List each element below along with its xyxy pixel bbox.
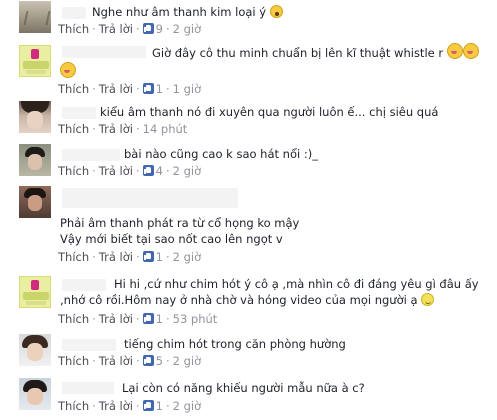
comment-text: Lại còn có năng khiếu người mẫu nữa à c? bbox=[122, 381, 365, 395]
comment-text: kiểu âm thanh nó đi xuyên qua người luôn… bbox=[100, 105, 439, 119]
commenter-name-redacted bbox=[62, 188, 238, 208]
comment-item: Giờ đây cô thu minh chuẩn bị lên kĩ thuậ… bbox=[0, 43, 497, 98]
like-count[interactable]: 9 bbox=[156, 22, 163, 36]
smile-emoji-icon bbox=[421, 293, 435, 306]
commenter-avatar[interactable] bbox=[19, 186, 51, 218]
comment-time[interactable]: 53 phút bbox=[173, 312, 218, 326]
like-link[interactable]: Thích bbox=[58, 122, 89, 136]
comment-time[interactable]: 14 phút bbox=[143, 122, 188, 136]
comment-item: Hi hi ,cứ như chim hót ý cô ạ ,mà nhìn c… bbox=[0, 272, 497, 332]
commenter-avatar[interactable] bbox=[19, 101, 51, 133]
like-link[interactable]: Thích bbox=[58, 250, 89, 264]
reply-link[interactable]: Trả lời bbox=[99, 250, 133, 264]
like-count[interactable]: 4 bbox=[156, 164, 163, 178]
commenter-avatar[interactable] bbox=[19, 378, 51, 410]
like-count[interactable]: 5 bbox=[156, 354, 163, 368]
like-link[interactable]: Thích bbox=[58, 82, 89, 96]
reply-link[interactable]: Trả lời bbox=[99, 122, 133, 136]
reply-link[interactable]: Trả lời bbox=[99, 82, 133, 96]
comment-item: tiếng chim hót trong căn phòng hường Thí… bbox=[0, 332, 497, 372]
comment-item: Phải âm thanh phát ra từ cổ họng ko mậy … bbox=[0, 184, 497, 268]
comment-actions: Thích · Trả lời · 14 phút bbox=[58, 122, 188, 136]
comment-time[interactable]: 1 giờ bbox=[173, 82, 202, 96]
commenter-name-redacted bbox=[62, 339, 116, 351]
reply-link[interactable]: Trả lời bbox=[99, 164, 133, 178]
commenter-name-redacted bbox=[62, 149, 120, 161]
tongue-emoji-icon bbox=[462, 43, 479, 59]
commenter-name-redacted bbox=[62, 279, 106, 291]
comment-item: kiểu âm thanh nó đi xuyên qua người luôn… bbox=[0, 100, 497, 140]
like-count[interactable]: 1 bbox=[156, 82, 163, 96]
like-link[interactable]: Thích bbox=[58, 399, 89, 413]
commenter-avatar[interactable] bbox=[19, 1, 51, 33]
like-link[interactable]: Thích bbox=[58, 164, 89, 178]
tongue-emoji-icon bbox=[60, 62, 76, 78]
reply-link[interactable]: Trả lời bbox=[99, 22, 133, 36]
comment-actions: Thích · Trả lời · 1 · 53 phút bbox=[58, 312, 218, 326]
comment-text: bài nào cũng cao k sao hát nổi :)_ bbox=[124, 147, 318, 161]
like-count[interactable]: 1 bbox=[156, 399, 163, 413]
comment-text-cont: ,nhớ cô rồi.Hôm nay ở nhà chờ và hóng vi… bbox=[60, 292, 491, 308]
comment-text: Giờ đây cô thu minh chuẩn bị lên kĩ thuậ… bbox=[152, 43, 491, 61]
like-badge-icon bbox=[142, 23, 154, 34]
comment-actions: Thích · Trả lời · 4 · 2 giờ bbox=[58, 164, 202, 178]
comment-actions: Thích · Trả lời · 1 · 2 giờ bbox=[58, 250, 202, 264]
comment-time[interactable]: 2 giờ bbox=[173, 22, 202, 36]
comment-text: Nghe như âm thanh kim loại ý bbox=[92, 4, 491, 20]
comment-time[interactable]: 2 giờ bbox=[173, 354, 202, 368]
comment-item: Lại còn có năng khiếu người mẫu nữa à c?… bbox=[0, 376, 497, 420]
like-badge-icon bbox=[142, 251, 154, 262]
like-link[interactable]: Thích bbox=[58, 312, 89, 326]
commenter-avatar[interactable] bbox=[19, 334, 51, 366]
comment-time[interactable]: 2 giờ bbox=[173, 399, 202, 413]
like-badge-icon bbox=[142, 165, 154, 176]
commenter-avatar[interactable] bbox=[19, 45, 51, 77]
like-count[interactable]: 1 bbox=[156, 250, 163, 264]
comment-item: Nghe như âm thanh kim loại ý Thích · Trả l… bbox=[0, 0, 497, 42]
scared-emoji-icon bbox=[269, 5, 283, 18]
comment-actions: Thích · Trả lời · 9 · 2 giờ bbox=[58, 22, 202, 36]
like-link[interactable]: Thích bbox=[58, 354, 89, 368]
like-badge-icon bbox=[142, 313, 154, 324]
comment-text: Phải âm thanh phát ra từ cổ họng ko mậy … bbox=[60, 216, 300, 246]
comment-actions: Thích · Trả lời · 1 · 1 giờ bbox=[58, 82, 202, 96]
comment-actions: Thích · Trả lời · 1 · 2 giờ bbox=[58, 399, 202, 413]
comment-time[interactable]: 2 giờ bbox=[173, 250, 202, 264]
commenter-name-redacted bbox=[62, 382, 114, 394]
reply-link[interactable]: Trả lời bbox=[99, 312, 133, 326]
commenter-avatar[interactable] bbox=[19, 144, 51, 176]
reply-link[interactable]: Trả lời bbox=[99, 354, 133, 368]
like-badge-icon bbox=[142, 83, 154, 94]
tongue-emoji-icon bbox=[446, 43, 463, 59]
commenter-avatar[interactable] bbox=[19, 276, 51, 308]
commenter-name-redacted bbox=[62, 107, 96, 119]
like-badge-icon bbox=[142, 355, 154, 366]
like-link[interactable]: Thích bbox=[58, 22, 89, 36]
commenter-name-redacted bbox=[62, 7, 86, 19]
comment-text-wrap bbox=[60, 62, 491, 80]
comment-time[interactable]: 2 giờ bbox=[173, 164, 202, 178]
commenter-name-redacted bbox=[62, 46, 146, 58]
like-badge-icon bbox=[142, 400, 154, 411]
comment-item: bài nào cũng cao k sao hát nổi :)_ Thích… bbox=[0, 142, 497, 182]
comment-text: tiếng chim hót trong căn phòng hường bbox=[124, 337, 346, 351]
like-count[interactable]: 1 bbox=[156, 312, 163, 326]
comment-text: Hi hi ,cứ như chim hót ý cô ạ ,mà nhìn c… bbox=[114, 277, 479, 291]
comment-actions: Thích · Trả lời · 5 · 2 giờ bbox=[58, 354, 202, 368]
reply-link[interactable]: Trả lời bbox=[99, 399, 133, 413]
